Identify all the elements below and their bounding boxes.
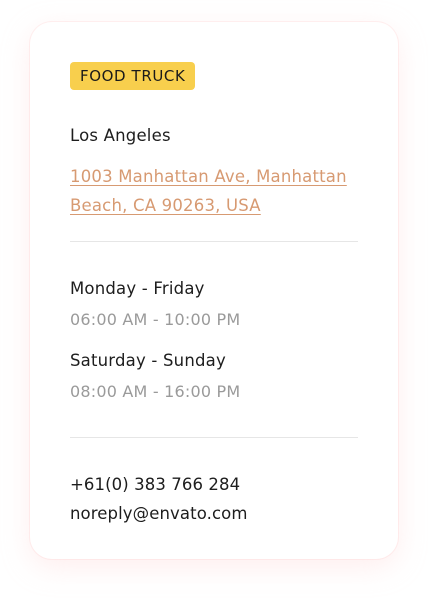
divider: [70, 437, 358, 438]
schedule-days-weekdays: Monday - Friday: [70, 279, 205, 298]
address-link[interactable]: 1003 Manhattan Ave, Manhattan Beach, CA …: [70, 162, 370, 220]
email-link[interactable]: noreply@envato.com: [70, 504, 248, 523]
category-badge: FOOD TRUCK: [70, 62, 196, 90]
schedule-days-weekend: Saturday - Sunday: [70, 351, 226, 370]
phone-link[interactable]: +61(0) 383 766 284: [70, 475, 240, 494]
city-name: Los Angeles: [70, 126, 171, 145]
schedule-hours-weekdays: 06:00 AM - 10:00 PM: [70, 310, 241, 329]
schedule-hours-weekend: 08:00 AM - 16:00 PM: [70, 382, 241, 401]
divider: [70, 241, 358, 242]
location-card: FOOD TRUCK Los Angeles 1003 Manhattan Av…: [30, 22, 398, 559]
